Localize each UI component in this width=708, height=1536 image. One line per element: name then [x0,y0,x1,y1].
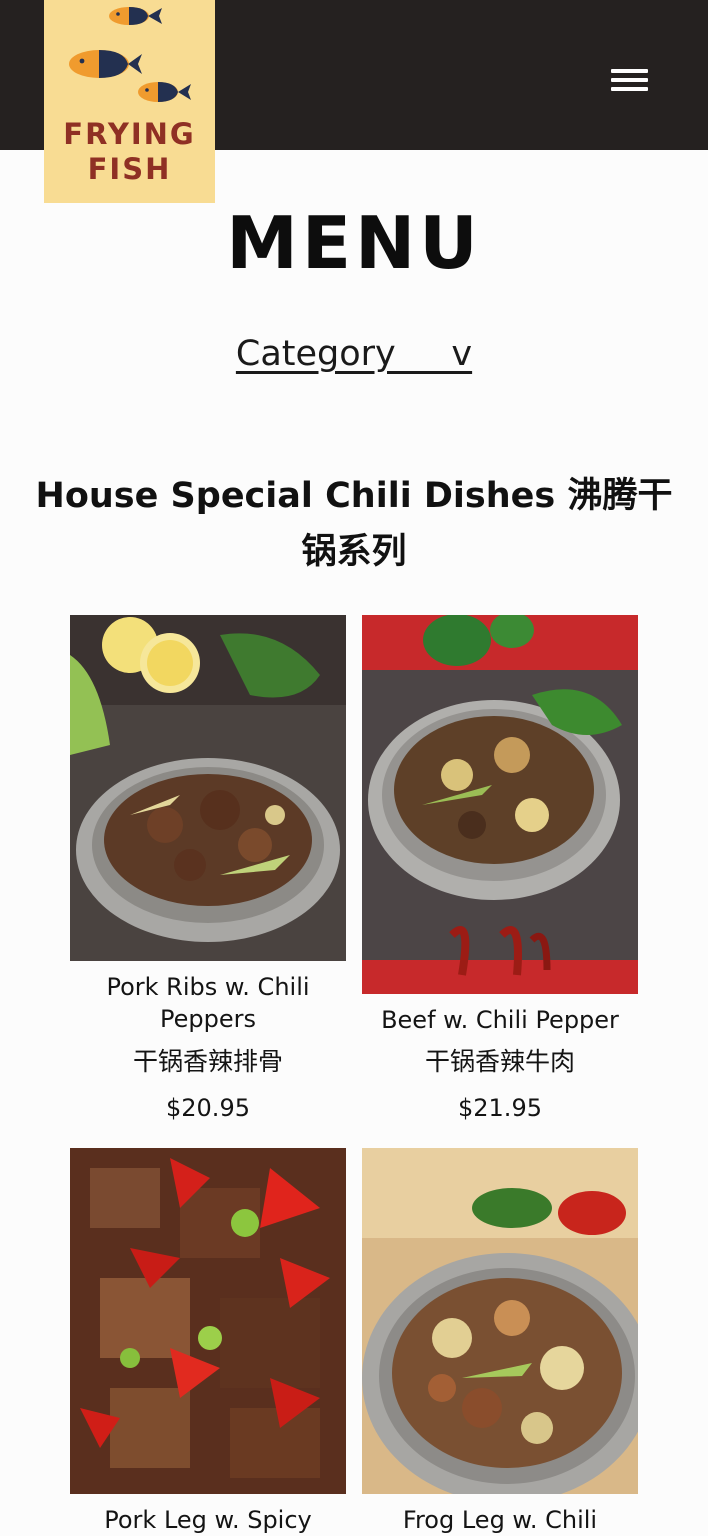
menu-bar-line [611,69,648,73]
menu-bar-line [611,87,648,91]
dish-card[interactable]: Beef w. Chili Pepper 干锅香辣牛肉 $21.95 [362,615,638,1122]
page-title: MENU [226,201,482,285]
dish-photo[interactable] [70,615,346,961]
dish-image [70,615,346,961]
section-title: House Special Chili Dishes 沸腾干锅系列 [20,468,688,580]
dish-name: Beef w. Chili Pepper [381,1006,619,1034]
dish-card[interactable]: Pork Leg w. Spicy [70,1148,346,1536]
dish-name-chinese: 干锅香辣排骨 [132,1047,283,1076]
frying-fish-logo[interactable]: FRYING FISH [44,0,215,203]
dish-photo[interactable] [362,615,638,994]
dish-name-chinese: 干锅香辣牛肉 [424,1047,575,1076]
dish-price: $21.95 [458,1094,542,1122]
logo-text-fish: FISH [87,152,172,186]
category-dropdown[interactable]: Category v [236,330,472,378]
dish-photo[interactable] [70,1148,346,1494]
dish-image [362,615,638,994]
fish-icon [69,50,142,78]
hamburger-menu-icon[interactable] [608,66,650,96]
dish-name: Pork Ribs w. Chili Peppers [106,973,310,1033]
logo-text-frying: FRYING [63,117,196,151]
dish-card[interactable]: Pork Ribs w. Chili Peppers 干锅香辣排骨 $20.95 [70,615,346,1122]
dish-photo[interactable] [362,1148,638,1494]
menu-bar-line [611,78,648,82]
fish-logo-icon [69,7,191,102]
fish-icon [109,7,162,25]
dish-image [362,1148,638,1494]
fish-icon [138,82,191,102]
dish-name: Pork Leg w. Spicy [104,1506,312,1534]
section-title-english: House Special Chili Dishes [35,476,556,516]
dish-price: $20.95 [166,1094,250,1122]
dish-image [70,1148,346,1494]
category-filter: Category v [0,330,708,378]
dish-card[interactable]: Frog Leg w. Chili [362,1148,638,1536]
dish-name: Frog Leg w. Chili [402,1506,598,1534]
